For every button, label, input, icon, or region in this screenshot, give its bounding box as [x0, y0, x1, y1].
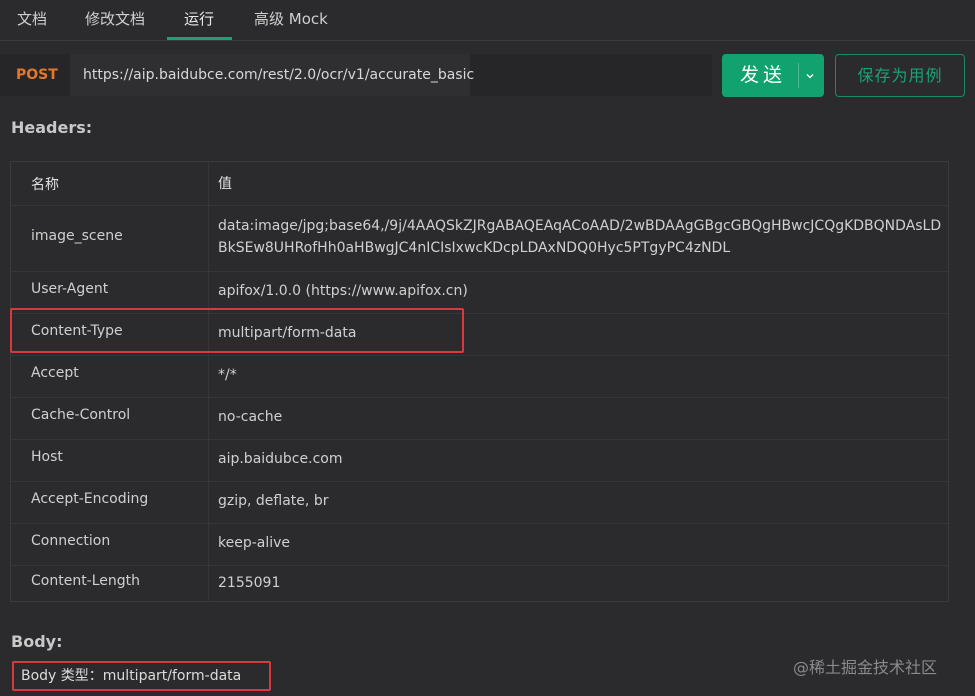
- save-as-case-button[interactable]: 保存为用例: [835, 54, 965, 97]
- active-tab-indicator: [167, 37, 232, 40]
- header-value: 2155091: [218, 575, 281, 591]
- table-row: Host aip.baidubce.com: [11, 440, 948, 482]
- table-row: image_scene data:image/jpg;base64,/9j/4A…: [11, 206, 948, 272]
- send-button-divider: [798, 63, 799, 88]
- header-name: User-Agent: [31, 281, 109, 297]
- header-name: Host: [31, 449, 63, 465]
- tab-bar: 文档 修改文档 运行 高级 Mock: [0, 0, 975, 41]
- body-title: Body:: [11, 632, 63, 651]
- tab-advanced-mock[interactable]: 高级 Mock: [254, 0, 328, 41]
- request-url-bar: POST https://aip.baidubce.com/rest/2.0/o…: [0, 54, 712, 96]
- header-name: image_scene: [31, 228, 123, 244]
- header-value: keep-alive: [218, 535, 291, 551]
- header-name: Accept: [31, 365, 79, 381]
- headers-title: Headers:: [11, 118, 93, 137]
- table-row: Accept */*: [11, 356, 948, 398]
- http-method-select[interactable]: POST: [16, 54, 58, 96]
- table-row: Content-Length 2155091: [11, 566, 948, 601]
- send-button-label: 发送: [740, 64, 787, 86]
- table-header-row: 名称 值: [11, 162, 948, 206]
- column-header-name: 名称: [31, 177, 59, 193]
- chevron-down-icon[interactable]: [804, 70, 816, 82]
- url-input[interactable]: https://aip.baidubce.com/rest/2.0/ocr/v1…: [70, 54, 474, 96]
- header-value: data:image/jpg;base64,/9j/4AAQSkZJRgABAQ…: [218, 218, 942, 256]
- header-name: Connection: [31, 533, 111, 549]
- column-header-value: 值: [218, 176, 232, 192]
- headers-table: 名称 值 image_scene data:image/jpg;base64,/…: [10, 161, 949, 602]
- tab-edit-docs[interactable]: 修改文档: [85, 0, 145, 41]
- header-name: Content-Length: [31, 573, 141, 589]
- table-row: Accept-Encoding gzip, deflate, br: [11, 482, 948, 524]
- header-value: */*: [218, 367, 237, 383]
- body-type-label: Body 类型：multipart/form-data: [12, 661, 271, 691]
- header-name: Cache-Control: [31, 407, 131, 423]
- send-button[interactable]: 发送: [722, 54, 824, 97]
- table-row: Connection keep-alive: [11, 524, 948, 566]
- tab-docs[interactable]: 文档: [17, 0, 47, 41]
- watermark: @稀土掘金技术社区: [793, 658, 938, 677]
- header-name: Accept-Encoding: [31, 491, 149, 507]
- header-value: aip.baidubce.com: [218, 451, 343, 467]
- tab-run[interactable]: 运行: [184, 0, 214, 41]
- table-row: Cache-Control no-cache: [11, 398, 948, 440]
- header-value: apifox/1.0.0 (https://www.apifox.cn): [218, 283, 468, 299]
- header-value: no-cache: [218, 409, 283, 425]
- header-value: gzip, deflate, br: [218, 493, 329, 509]
- content-type-highlight: [10, 308, 464, 353]
